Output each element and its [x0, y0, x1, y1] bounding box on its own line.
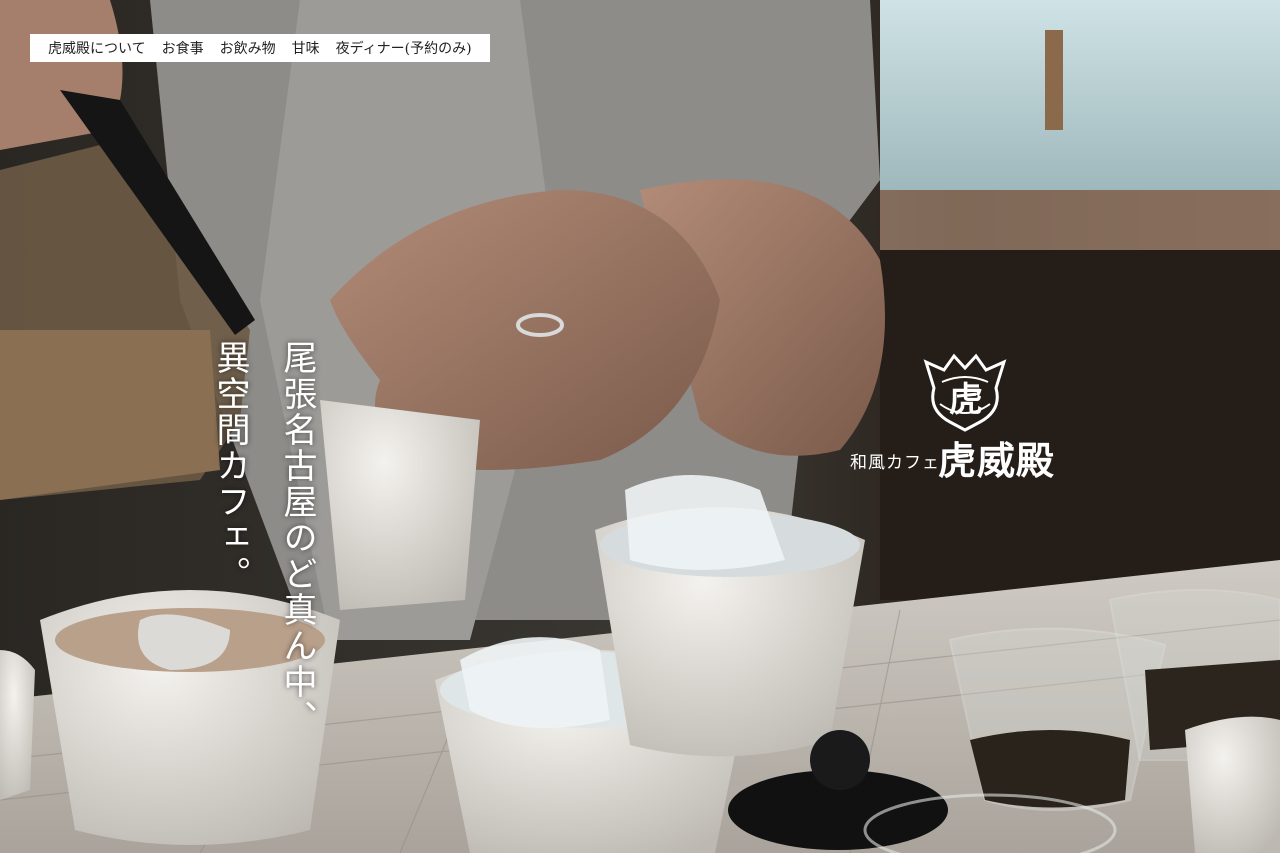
- logo-name: 虎威殿: [938, 438, 1056, 483]
- nav-item-sweets[interactable]: 甘味: [284, 38, 328, 58]
- tagline-line-1: 尾張名古屋のど真ん中、: [277, 340, 317, 736]
- nav-item-about[interactable]: 虎威殿について: [40, 38, 154, 58]
- logo-subtitle: 和風カフェ: [850, 453, 940, 473]
- hero-section: [0, 0, 1280, 853]
- tagline-line-2: 異空間カフェ。: [210, 340, 250, 592]
- hero-photo: [0, 0, 1280, 853]
- main-nav: 虎威殿について お食事 お飲み物 甘味 夜ディナー(予約のみ): [30, 34, 490, 62]
- nav-item-food[interactable]: お食事: [154, 38, 212, 58]
- logo-emblem-char: 虎: [949, 380, 983, 420]
- hero-tagline: 尾張名古屋のど真ん中、 異空間カフェ。: [206, 340, 322, 736]
- nav-item-drinks[interactable]: お飲み物: [212, 38, 284, 58]
- nav-item-dinner[interactable]: 夜ディナー(予約のみ): [328, 38, 480, 58]
- site-logo[interactable]: 虎 和風カフェ 虎威殿: [850, 352, 1080, 483]
